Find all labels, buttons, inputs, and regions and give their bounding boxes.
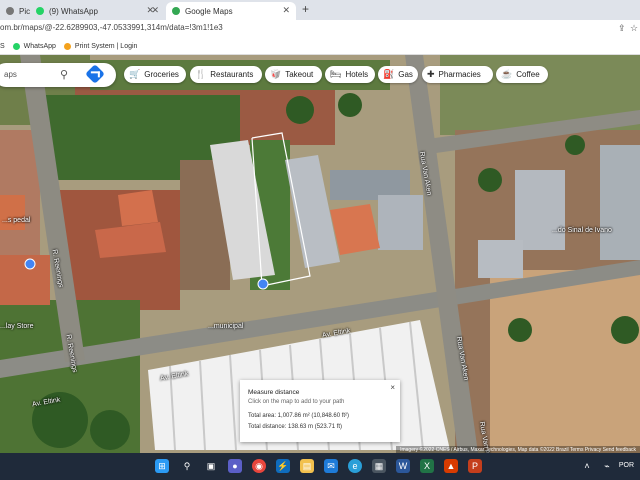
mail-icon[interactable]: ✉	[324, 459, 338, 473]
search-icon[interactable]: ⚲	[60, 68, 68, 81]
chip-groceries[interactable]: 🛒 Groceries	[124, 66, 186, 83]
address-bar[interactable]: om.br/maps/@-22.6289903,-47.0533991,314m…	[0, 20, 640, 38]
chip-restaurants[interactable]: 🍴 Restaurants	[190, 66, 262, 83]
tab-google-maps[interactable]: Google Maps ✕	[166, 2, 296, 20]
bookmark-item[interactable]: Print System | Login	[63, 42, 138, 50]
whatsapp-favicon-icon	[36, 7, 44, 15]
chrome-icon[interactable]: ◉	[252, 459, 266, 473]
chip-label: Restaurants	[210, 70, 254, 79]
star-icon[interactable]: ☆	[630, 23, 638, 34]
poi-label[interactable]: ...do Sinal de Ivano	[552, 227, 612, 234]
windows-start-icon[interactable]: ⊞	[155, 459, 169, 473]
poi-label[interactable]: ...municipal	[208, 323, 243, 330]
app-icon[interactable]: ⚡	[276, 459, 290, 473]
close-tab-icon[interactable]: ✕	[151, 5, 159, 16]
task-view-icon[interactable]: ▣	[204, 459, 218, 473]
bed-icon: 🛏	[330, 69, 342, 79]
poi-label[interactable]: ...s pedal	[2, 217, 30, 224]
chip-hotels[interactable]: 🛏 Hotels	[325, 66, 375, 83]
chip-takeout[interactable]: 🥡 Takeout	[265, 66, 322, 83]
app-icon[interactable]: ▲	[444, 459, 458, 473]
bookmark-label: WhatsApp	[23, 42, 56, 50]
chip-pharmacies[interactable]: ✚ Pharmacies	[422, 66, 493, 83]
total-distance: Total distance: 138.63 m (523.71 ft)	[248, 424, 343, 430]
measure-title: Measure distance	[248, 389, 300, 396]
search-input[interactable]: aps ⚲	[0, 63, 116, 87]
edge-icon[interactable]: e	[348, 459, 362, 473]
chip-label: Groceries	[144, 70, 179, 79]
chip-label: Takeout	[285, 70, 314, 79]
cart-icon: 🛒	[129, 69, 141, 79]
chevron-up-icon[interactable]: ˄	[580, 459, 594, 473]
google-maps-favicon-icon	[172, 7, 180, 15]
file-explorer-icon[interactable]: ▤	[300, 459, 314, 473]
fork-knife-icon: 🍴	[195, 69, 207, 79]
tab-label: Pic	[19, 6, 31, 16]
directions-icon[interactable]	[85, 64, 105, 84]
bookmark-label: IS	[0, 42, 5, 50]
chip-gas[interactable]: ⛽ Gas	[378, 66, 418, 83]
share-icon[interactable]: ⇪	[618, 23, 626, 34]
search-placeholder: aps	[4, 70, 17, 79]
coffee-cup-icon: ☕	[501, 69, 513, 79]
browser-tab-strip: Pic ✕ (9) WhatsApp ✕ Google Maps ✕ +	[0, 0, 640, 20]
language-indicator[interactable]: POR	[619, 462, 634, 469]
store-icon[interactable]: ▦	[372, 459, 386, 473]
bookmark-label: Print System | Login	[74, 42, 138, 50]
search-icon[interactable]: ⚲	[180, 459, 194, 473]
tab-whatsapp[interactable]: (9) WhatsApp ✕	[30, 2, 165, 20]
bookmark-item[interactable]: WhatsApp	[12, 42, 56, 50]
network-icon[interactable]: ⌁	[600, 459, 614, 473]
print-system-icon	[63, 42, 71, 50]
tab-favicon-icon	[6, 7, 14, 15]
url-text: om.br/maps/@-22.6289903,-47.0533991,314m…	[0, 23, 223, 32]
close-icon[interactable]: ×	[390, 383, 395, 392]
tab-label: Google Maps	[185, 6, 233, 16]
tab-label: (9) WhatsApp	[49, 6, 98, 16]
chip-label: Hotels	[345, 70, 369, 79]
excel-icon[interactable]: X	[420, 459, 434, 473]
bookmarks-bar: IS WhatsApp Print System | Login	[0, 38, 640, 55]
windows-taskbar: ⊞ ⚲ ▣ ● ◉ ⚡ ▤ ✉ e ▦ W X ▲ P ˄ ⌁ POR	[0, 453, 640, 480]
measure-hint: Click on the map to add to your path	[248, 399, 345, 405]
chip-coffee[interactable]: ☕ Coffee	[496, 66, 548, 83]
chip-label: Pharmacies	[438, 70, 481, 79]
pharmacy-icon: ✚	[427, 69, 435, 79]
chip-label: Gas	[398, 70, 413, 79]
powerpoint-icon[interactable]: P	[468, 459, 482, 473]
total-area: Total area: 1,007.86 m² (10,848.60 ft²)	[248, 413, 350, 419]
poi-label[interactable]: ...lay Store	[0, 323, 33, 330]
gas-pump-icon: ⛽	[383, 69, 395, 79]
close-tab-icon[interactable]: ✕	[282, 5, 290, 16]
bookmark-item[interactable]: IS	[0, 43, 5, 50]
measure-distance-card: × Measure distance Click on the map to a…	[240, 380, 400, 442]
takeout-icon: 🥡	[270, 69, 282, 79]
word-icon[interactable]: W	[396, 459, 410, 473]
chat-icon[interactable]: ●	[228, 459, 242, 473]
chip-label: Coffee	[516, 70, 540, 79]
whatsapp-icon	[12, 42, 20, 50]
new-tab-icon[interactable]: +	[302, 2, 309, 16]
